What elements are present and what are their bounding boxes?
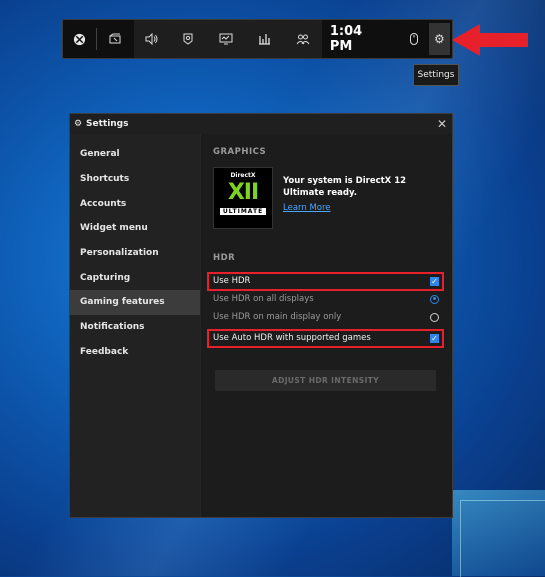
sidebar-item-personalization[interactable]: Personalization xyxy=(70,241,200,266)
xbox-icon[interactable] xyxy=(63,20,96,58)
mouse-icon[interactable] xyxy=(400,20,429,58)
hdr-all-displays-row[interactable]: Use HDR on all displays xyxy=(213,292,439,306)
gamebar-widgets xyxy=(133,20,322,58)
sidebar-item-notifications[interactable]: Notifications xyxy=(70,315,200,340)
dx-logo-mid: XII xyxy=(227,180,259,205)
auto-hdr-highlight-box xyxy=(207,329,444,348)
hdr-all-displays-radio[interactable] xyxy=(430,294,439,304)
graphics-header: GRAPHICS xyxy=(213,147,267,157)
adjust-hdr-intensity-button[interactable]: ADJUST HDR INTENSITY xyxy=(215,370,436,391)
settings-gear-button[interactable]: ⚙ xyxy=(428,23,450,55)
hdr-main-display-radio[interactable] xyxy=(430,312,439,322)
resources-icon[interactable] xyxy=(246,20,284,58)
dx-logo-bottom: ULTIMATE xyxy=(220,208,266,215)
sidebar-item-accounts[interactable]: Accounts xyxy=(70,191,200,216)
sidebar-item-widget-menu[interactable]: Widget menu xyxy=(70,216,200,241)
directx-status-text: Your system is DirectX 12 Ultimate ready… xyxy=(283,176,407,198)
wallpaper-tile-edge xyxy=(460,500,545,577)
widget-capture-icon[interactable] xyxy=(97,20,134,58)
audio-icon[interactable] xyxy=(134,20,170,58)
learn-more-link[interactable]: Learn More xyxy=(283,203,331,213)
party-icon[interactable] xyxy=(284,20,322,58)
settings-window: ⚙ Settings ✕ General Shortcuts Accounts … xyxy=(69,113,453,518)
clock-time: 1:04 PM xyxy=(329,24,363,54)
hdr-header: HDR xyxy=(213,253,236,263)
hdr-main-display-row[interactable]: Use HDR on main display only xyxy=(213,310,439,324)
hdr-main-display-label: Use HDR on main display only xyxy=(213,312,342,322)
settings-tooltip: Settings xyxy=(413,64,459,86)
sidebar-item-feedback[interactable]: Feedback xyxy=(70,340,200,365)
dx-logo-top: DirectX xyxy=(230,172,256,179)
performance-monitor-icon[interactable] xyxy=(206,20,246,58)
close-icon[interactable]: ✕ xyxy=(432,117,452,131)
directx-12-ultimate-logo: DirectX XII ULTIMATE xyxy=(213,167,273,229)
use-hdr-highlight-box xyxy=(207,272,444,291)
settings-titlebar: ⚙ Settings ✕ xyxy=(70,114,452,134)
sidebar-item-gaming-features[interactable]: Gaming features xyxy=(70,290,200,315)
capture-icon[interactable] xyxy=(170,20,206,58)
sidebar-item-general[interactable]: General xyxy=(70,142,200,167)
settings-sidebar: General Shortcuts Accounts Widget menu P… xyxy=(70,134,200,517)
settings-content: GRAPHICS DirectX XII ULTIMATE Your syste… xyxy=(201,134,452,517)
gear-icon: ⚙ xyxy=(433,32,445,46)
settings-title: Settings xyxy=(86,119,129,129)
gear-icon: ⚙ xyxy=(74,119,83,129)
sidebar-item-shortcuts[interactable]: Shortcuts xyxy=(70,167,200,192)
xbox-game-bar: 1:04 PM ⚙ xyxy=(62,19,453,59)
red-arrow-annotation xyxy=(452,24,528,56)
sidebar-item-capturing[interactable]: Capturing xyxy=(70,265,200,290)
hdr-all-displays-label: Use HDR on all displays xyxy=(213,294,314,304)
